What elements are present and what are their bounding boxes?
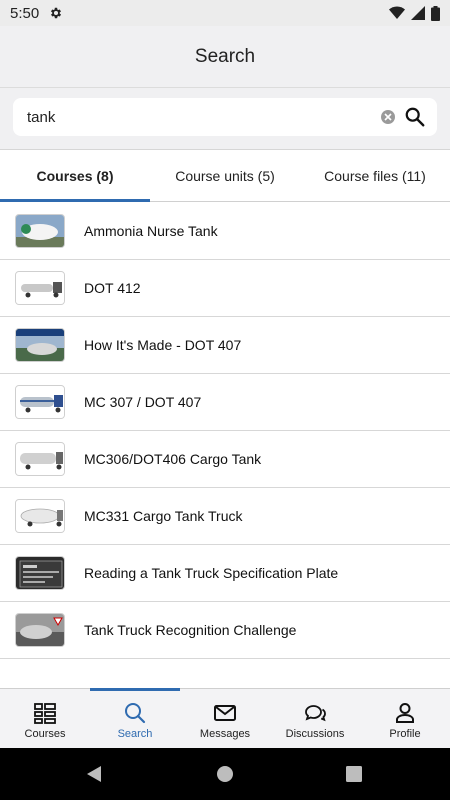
nav-label: Search (117, 728, 153, 740)
tab-courses[interactable]: Courses (8) (0, 150, 150, 202)
grid-list-icon (34, 703, 56, 724)
search-input[interactable] (27, 98, 367, 136)
nav-label: Discussions (285, 728, 345, 740)
search-box (13, 98, 437, 136)
nav-messages[interactable]: Messages (180, 689, 270, 748)
list-item[interactable]: Tank Truck Recognition Challenge (0, 602, 450, 659)
list-item[interactable]: How It's Made - DOT 407 (0, 317, 450, 374)
course-thumbnail (15, 328, 65, 362)
search-icon (125, 703, 146, 724)
nav-discussions[interactable]: Discussions (270, 689, 360, 748)
settings-gear-icon (51, 7, 62, 19)
course-thumbnail (15, 613, 65, 647)
nav-label: Courses (24, 728, 66, 740)
back-icon[interactable] (85, 765, 103, 783)
tab-course-files[interactable]: Course files (11) (300, 150, 450, 201)
tab-course-units[interactable]: Course units (5) (150, 150, 300, 201)
nav-profile[interactable]: Profile (360, 689, 450, 748)
list-item[interactable]: Ammonia Nurse Tank (0, 203, 450, 260)
battery-icon (431, 5, 440, 21)
status-time: 5:50 (10, 4, 40, 22)
system-nav-bar (0, 748, 450, 800)
page-title: Search (194, 45, 256, 67)
chat-bubbles-icon (305, 705, 326, 722)
course-thumbnail (15, 214, 65, 248)
status-indicators (389, 5, 440, 21)
result-title: MC331 Cargo Tank Truck (84, 508, 243, 524)
result-title: Tank Truck Recognition Challenge (84, 622, 297, 638)
status-bar: 5:50 (0, 0, 450, 26)
search-bar-container (0, 88, 450, 150)
list-item[interactable]: MC306/DOT406 Cargo Tank (0, 431, 450, 488)
nav-search[interactable]: Search (90, 688, 180, 748)
result-title: How It's Made - DOT 407 (84, 337, 242, 353)
results-list: Ammonia Nurse Tank DOT 412 How It's Made… (0, 203, 450, 659)
wifi-icon (389, 6, 405, 19)
home-icon[interactable] (216, 765, 234, 783)
nav-label: Messages (199, 728, 251, 740)
course-thumbnail (15, 499, 65, 533)
list-item[interactable]: Reading a Tank Truck Specification Plate (0, 545, 450, 602)
result-title: Reading a Tank Truck Specification Plate (84, 565, 339, 581)
course-thumbnail (15, 442, 65, 476)
list-item[interactable]: MC 307 / DOT 407 (0, 374, 450, 431)
nav-label: Profile (389, 728, 421, 740)
nav-courses[interactable]: Courses (0, 689, 90, 748)
list-item[interactable]: MC331 Cargo Tank Truck (0, 488, 450, 545)
result-title: DOT 412 (84, 280, 141, 296)
signal-icon (411, 6, 425, 20)
close-icon (384, 113, 392, 121)
person-icon (396, 703, 414, 723)
bottom-nav: Courses Search Messages Discussions Prof… (0, 688, 450, 748)
clear-search-button[interactable] (381, 110, 395, 124)
app-header: Search (0, 26, 450, 88)
course-thumbnail (15, 556, 65, 590)
list-item[interactable]: DOT 412 (0, 260, 450, 317)
course-thumbnail (15, 271, 65, 305)
result-tabs: Courses (8) Course units (5) Course file… (0, 150, 450, 202)
result-title: Ammonia Nurse Tank (84, 223, 218, 239)
course-thumbnail (15, 385, 65, 419)
result-title: MC306/DOT406 Cargo Tank (84, 451, 262, 467)
envelope-icon (214, 705, 236, 721)
search-icon[interactable] (404, 106, 426, 128)
result-title: MC 307 / DOT 407 (84, 394, 202, 410)
recents-icon[interactable] (346, 766, 362, 782)
